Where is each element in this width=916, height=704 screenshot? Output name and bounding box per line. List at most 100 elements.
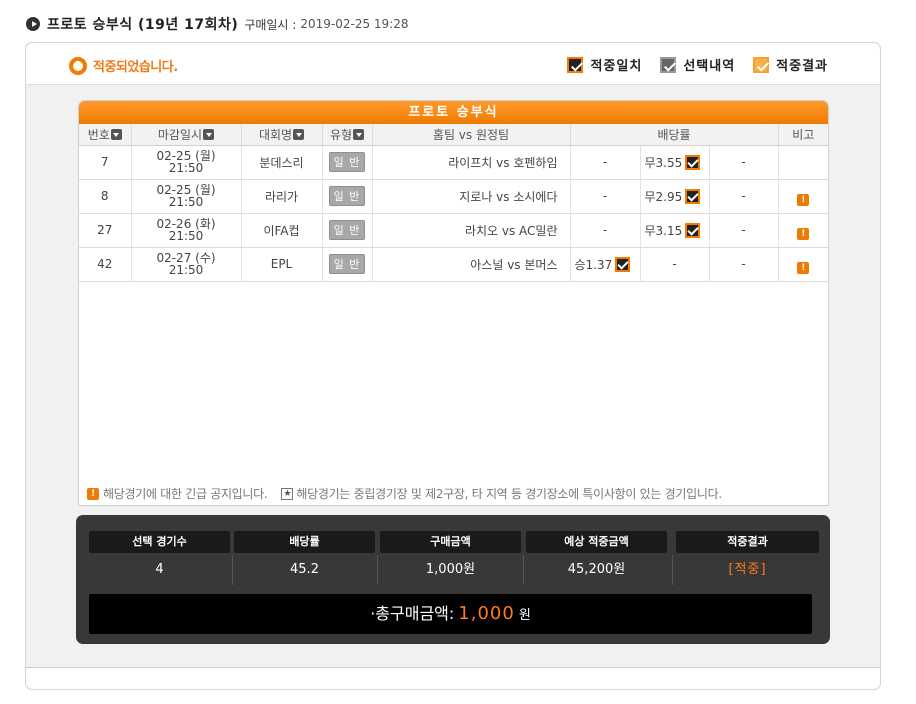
checkbox-checked-icon (685, 222, 701, 238)
game-deadline: 02-25 (월) 21:50 (131, 179, 242, 214)
odds-win: - (570, 179, 641, 214)
checkbox-checked-icon (685, 154, 701, 170)
odds-draw: 무3.55 (640, 145, 710, 180)
game-league: EPL (241, 247, 323, 282)
summary-games: 4 (155, 562, 164, 577)
checkbox-checked-icon (660, 56, 677, 73)
ring-icon (69, 56, 87, 75)
game-league: 이FA컵 (241, 213, 323, 248)
game-teams: 라치오 vs AC밀란 (372, 213, 571, 248)
game-note: ! (778, 179, 828, 214)
legend: 적중일치 선택내역 적중결과 (549, 55, 828, 74)
table-row: 8 02-25 (월) 21:50 라리가 일 반 지로나 vs 소시에다 - 무… (79, 179, 828, 214)
alert-icon: ! (87, 487, 99, 500)
status-bar: 적중되었습니다. 적중일치 선택내역 적중결과 (26, 43, 880, 85)
odds-draw: 무2.95 (640, 179, 710, 214)
notice-special: 해당경기는 중립경기장 및 제2구장, 타 지역 등 경기장소에 특이사항이 있… (296, 487, 722, 501)
page-title: 프로토 승부식 (19년 17회차) (47, 17, 239, 33)
games-table: 번호 마감일시 대회명 유형 홈팀 vs 원정팀 배당률 비고 7 02-25 … (79, 124, 828, 282)
game-type: 일 반 (322, 247, 373, 282)
column-header-league[interactable]: 대회명 (241, 124, 323, 146)
alert-icon[interactable]: ! (797, 227, 810, 240)
purchase-datetime: 2019-02-25 19:28 (300, 17, 409, 31)
game-type: 일 반 (322, 179, 373, 214)
table-row: 7 02-25 (월) 21:50 분데스리 일 반 라이프치 vs 호펜하임 -… (79, 145, 828, 180)
game-teams: 라이프치 vs 호펜하임 (372, 145, 571, 180)
game-note: ! (778, 213, 828, 248)
legend-selection: 선택내역 (660, 55, 735, 74)
table-title: 프로토 승부식 (79, 101, 828, 124)
table-header-row: 번호 마감일시 대회명 유형 홈팀 vs 원정팀 배당률 비고 (79, 124, 828, 146)
checkbox-checked-icon (615, 256, 631, 272)
summary-header-result: 적중결과 (676, 531, 819, 553)
column-header-note: 비고 (778, 124, 828, 146)
summary-divider (377, 555, 378, 585)
total-unit: 원 (518, 608, 531, 623)
game-number: 27 (79, 213, 132, 248)
game-type: 일 반 (322, 145, 373, 180)
sort-down-icon[interactable] (203, 128, 215, 140)
summary-header-games: 선택 경기수 (89, 531, 230, 553)
game-note: ! (778, 247, 828, 282)
summary-amount: 1,000원 (425, 562, 476, 577)
alert-icon[interactable]: ! (797, 193, 810, 206)
checkbox-checked-icon (753, 56, 770, 73)
legend-result-label: 적중결과 (776, 59, 828, 74)
game-league: 라리가 (241, 179, 323, 214)
odds-draw: 무3.15 (640, 213, 710, 248)
table-row: 27 02-26 (화) 21:50 이FA컵 일 반 라치오 vs AC밀란 -… (79, 213, 828, 248)
odds-lose: - (709, 247, 779, 282)
play-circle-icon (26, 17, 40, 31)
total-amount: 1,000 (458, 603, 515, 624)
odds-lose: - (709, 213, 779, 248)
odds-win: 승1.37 (570, 247, 641, 282)
summary-header-odds: 배당률 (234, 531, 375, 553)
game-league: 분데스리 (241, 145, 323, 180)
games-table-panel: 프로토 승부식 번호 마감일시 대회명 유형 홈팀 vs 원정팀 배당률 비고 (78, 100, 829, 506)
game-teams: 지로나 vs 소시에다 (372, 179, 571, 214)
summary-header-amount: 구매금액 (380, 531, 521, 553)
purchase-label: 구매일시 : (244, 17, 297, 32)
sort-down-icon[interactable] (110, 128, 122, 140)
column-header-number[interactable]: 번호 (79, 124, 132, 146)
type-badge: 일 반 (328, 220, 366, 240)
status-message: 적중되었습니다. (69, 56, 178, 75)
odds-win: - (570, 145, 641, 180)
game-number: 8 (79, 179, 132, 214)
column-header-teams: 홈팀 vs 원정팀 (372, 124, 571, 146)
game-deadline: 02-26 (화) 21:50 (131, 213, 242, 248)
page-header: 프로토 승부식 (19년 17회차) 구매일시 : 2019-02-25 19:… (26, 14, 408, 34)
summary-divider (523, 555, 524, 585)
odds-lose: - (709, 145, 779, 180)
sort-down-icon[interactable] (293, 128, 305, 140)
summary-expected: 45,200원 (567, 562, 626, 577)
legend-match-label: 적중일치 (590, 59, 643, 74)
game-deadline: 02-27 (수) 21:50 (131, 247, 242, 282)
sort-down-icon[interactable] (353, 128, 365, 140)
odds-draw: - (640, 247, 710, 282)
table-row: 42 02-27 (수) 21:50 EPL 일 반 아스널 vs 본머스 승1.… (79, 247, 828, 282)
checkbox-checked-icon (567, 56, 584, 73)
column-header-deadline[interactable]: 마감일시 (131, 124, 242, 146)
summary-odds: 45.2 (290, 562, 319, 577)
game-teams: 아스널 vs 본머스 (372, 247, 571, 282)
summary-panel: 선택 경기수 배당률 구매금액 예상 적중금액 적중결과 4 45.2 1,00… (76, 515, 830, 644)
checkbox-checked-icon (685, 188, 701, 204)
odds-lose: - (709, 179, 779, 214)
game-type: 일 반 (322, 213, 373, 248)
legend-result: 적중결과 (753, 55, 828, 74)
summary-result: [적중] (728, 562, 767, 577)
legend-selection-label: 선택내역 (683, 59, 736, 74)
game-number: 42 (79, 247, 132, 282)
column-header-type[interactable]: 유형 (322, 124, 373, 146)
summary-divider (232, 555, 233, 585)
type-badge: 일 반 (328, 254, 366, 274)
total-label: ·총구매금액: (370, 604, 455, 623)
alert-icon[interactable]: ! (797, 261, 810, 274)
notice-urgent: 해당경기에 대한 긴급 공지입니다. (103, 487, 268, 501)
game-number: 7 (79, 145, 132, 180)
summary-header-expected: 예상 적중금액 (526, 531, 667, 553)
column-header-odds: 배당률 (570, 124, 779, 146)
game-deadline: 02-25 (월) 21:50 (131, 145, 242, 180)
star-icon: ★ (281, 487, 294, 500)
